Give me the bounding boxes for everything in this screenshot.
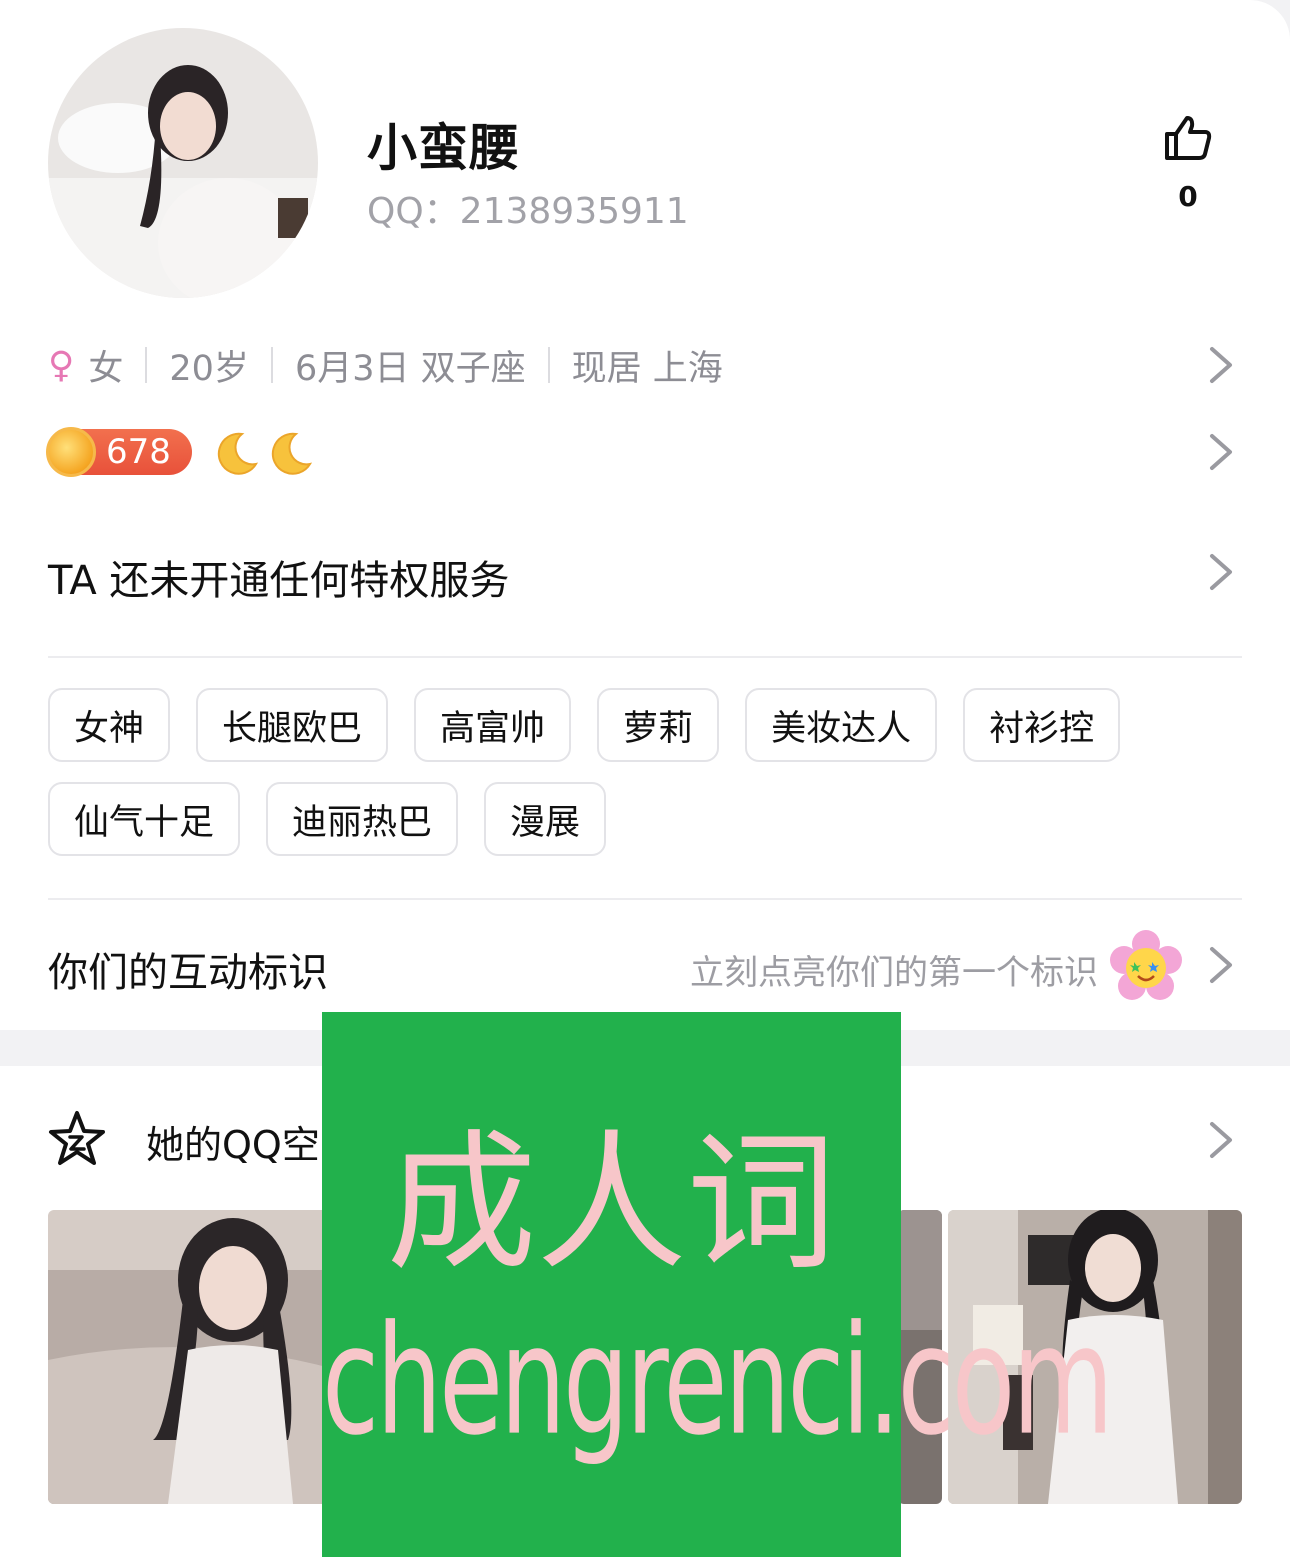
moon-icon xyxy=(271,432,313,475)
tag-item[interactable]: 长腿欧巴 xyxy=(196,688,389,762)
watermark-url: chengrenci.com xyxy=(322,1292,1114,1469)
tag-item[interactable]: 漫展 xyxy=(484,782,607,856)
tag-item[interactable]: 仙气十足 xyxy=(48,782,241,856)
like-button[interactable] xyxy=(1160,114,1216,166)
divider xyxy=(48,656,1242,658)
tag-item[interactable]: 高富帅 xyxy=(414,688,572,762)
like-count: 0 xyxy=(1178,180,1198,213)
chevron-right-icon[interactable] xyxy=(1204,345,1238,385)
qzone-title[interactable]: 她的QQ空 xyxy=(146,1114,320,1169)
age-text: 20岁 xyxy=(169,348,249,389)
tag-list: 女神 长腿欧巴 高富帅 萝莉 美妆达人 衬衫控 仙气十足 迪丽热巴 漫展 xyxy=(48,688,1248,856)
watermark-overlay: 成人词 chengrenci.com xyxy=(322,1012,1114,1557)
level-value: 678 xyxy=(106,432,171,472)
chevron-right-icon[interactable] xyxy=(1204,1120,1238,1160)
moon-icon xyxy=(217,432,259,475)
flower-emoji-icon xyxy=(1110,930,1182,1000)
watermark-title: 成人词 xyxy=(386,1117,837,1291)
chevron-right-icon[interactable] xyxy=(1204,552,1238,592)
tag-item[interactable]: 衬衫控 xyxy=(963,688,1121,762)
thumbs-up-icon xyxy=(1165,116,1212,160)
gender-text: 女 xyxy=(88,348,124,389)
tag-item[interactable]: 迪丽热巴 xyxy=(266,782,459,856)
female-icon: ♀ xyxy=(48,344,75,386)
qzone-photo[interactable] xyxy=(48,1210,338,1504)
chevron-right-icon[interactable] xyxy=(1204,945,1238,985)
residence-text: 现居 上海 xyxy=(571,348,723,389)
profile-name: 小蛮腰 xyxy=(367,119,520,177)
coin-icon xyxy=(46,427,96,477)
divider xyxy=(270,347,273,383)
basic-info-row[interactable]: ♀ 女 20岁 6月3日 双子座 现居 上海 xyxy=(48,340,723,390)
tag-item[interactable]: 美妆达人 xyxy=(745,688,938,762)
tag-item[interactable]: 萝莉 xyxy=(597,688,720,762)
level-badge[interactable]: 678 xyxy=(46,427,192,477)
level-moons xyxy=(212,428,314,476)
interaction-title[interactable]: 你们的互动标识 xyxy=(48,940,328,998)
divider xyxy=(48,898,1242,900)
qq-number: QQ：2138935911 xyxy=(367,191,689,232)
divider xyxy=(547,347,550,383)
birthday-text: 6月3日 双子座 xyxy=(294,348,526,389)
divider xyxy=(145,347,148,383)
privilege-text[interactable]: TA 还未开通任何特权服务 xyxy=(48,548,509,606)
profile-card: 小蛮腰 QQ：2138935911 0 ♀ 女 20岁 6月3日 双子座 现居 … xyxy=(0,0,1290,1030)
interaction-hint[interactable]: 立刻点亮你们的第一个标识 xyxy=(690,945,1098,994)
avatar[interactable] xyxy=(48,28,318,298)
qzone-star-icon[interactable] xyxy=(48,1110,106,1168)
tag-item[interactable]: 女神 xyxy=(48,688,171,762)
chevron-right-icon[interactable] xyxy=(1204,432,1238,472)
